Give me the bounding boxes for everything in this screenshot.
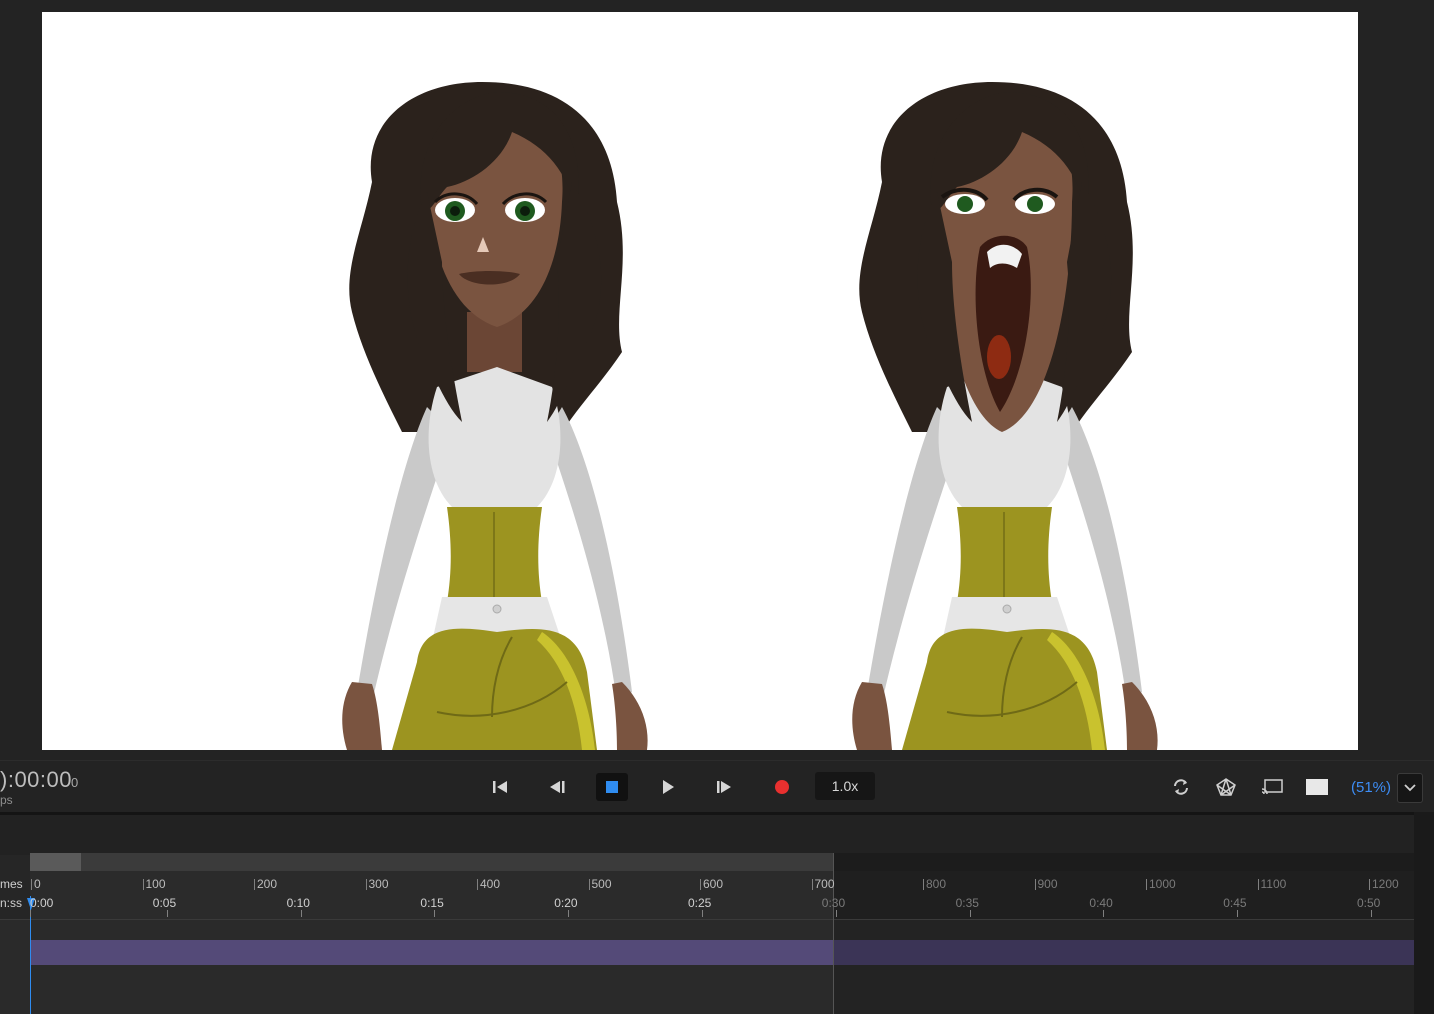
frame-tick-mark <box>1257 879 1259 890</box>
time-ruler-outside <box>833 871 1414 919</box>
fps-label: ps <box>0 793 13 807</box>
scene-track-bar-outside <box>833 940 1414 965</box>
timecode-display[interactable]: ):00:00 <box>0 767 72 793</box>
frame-tick-label: 1100 <box>1260 877 1287 891</box>
timeline-scrollbar[interactable] <box>1414 812 1434 1014</box>
frame-tick-label: 600 <box>703 877 724 891</box>
time-tick-label: 0:20 <box>554 896 578 910</box>
frame-tick-mark <box>1034 879 1036 890</box>
frame-tick-label: 300 <box>368 877 389 891</box>
frame-tick-label: 400 <box>480 877 501 891</box>
record-button[interactable] <box>766 773 798 801</box>
step-back-icon <box>550 781 565 793</box>
time-tick-mark <box>166 910 168 917</box>
time-tick-label: 0:40 <box>1089 896 1113 910</box>
time-tick-label: 0:15 <box>420 896 444 910</box>
frame-tick-label: 900 <box>1037 877 1058 891</box>
playback-speed[interactable]: 1.0x <box>815 772 875 800</box>
frame-tick-mark <box>142 879 144 890</box>
time-tick-label: 0:25 <box>688 896 712 910</box>
puppet-mesh-icon <box>1216 778 1236 796</box>
refresh-button[interactable] <box>1166 773 1196 801</box>
scene-track-bar[interactable] <box>30 940 833 965</box>
character-neutral[interactable] <box>342 82 648 750</box>
step-forward-icon <box>717 781 731 793</box>
time-tick-label: 0:05 <box>152 896 177 910</box>
track-separator <box>0 919 1414 920</box>
frame-number: 0 <box>71 775 79 790</box>
frame-tick-label: 500 <box>591 877 612 891</box>
time-row-label: n:ss <box>0 896 23 910</box>
play-icon <box>663 780 674 794</box>
refresh-icon <box>1174 779 1188 795</box>
frame-tick-mark <box>923 879 924 890</box>
time-tick-mark <box>30 910 31 917</box>
frame-tick-mark <box>31 879 32 890</box>
timeline-header <box>0 812 1434 855</box>
cast-icon <box>1261 779 1283 795</box>
work-area-outside <box>833 853 1414 871</box>
frame-tick-label: 700 <box>814 877 835 891</box>
frame-tick-mark <box>811 879 813 890</box>
time-tick-mark <box>300 910 302 917</box>
timeline-panel: mes n:ss 0 100 200 300 400 500 600 700 800 900 100… <box>0 812 1434 1014</box>
scene-canvas[interactable] <box>42 12 1358 750</box>
time-tick-label: 0:30 <box>821 896 846 910</box>
background-color-button[interactable] <box>1302 773 1332 801</box>
play-button[interactable] <box>652 773 684 801</box>
track-area-outside <box>833 920 1414 1014</box>
time-tick-mark <box>1103 910 1105 917</box>
work-area-bar[interactable] <box>30 853 833 871</box>
frame-tick-label: 1000 <box>1149 877 1176 891</box>
frame-tick-label: 1200 <box>1372 877 1399 891</box>
stop-button[interactable] <box>596 773 628 801</box>
frame-tick-mark <box>254 879 255 890</box>
zoom-level[interactable]: (51%) <box>1346 773 1396 801</box>
stop-icon <box>606 781 618 793</box>
frame-tick-mark <box>700 879 701 890</box>
chevron-down-icon <box>1404 784 1416 792</box>
frame-tick-label: 800 <box>926 877 947 891</box>
zoom-dropdown[interactable] <box>1397 773 1423 803</box>
step-forward-button[interactable] <box>708 773 740 801</box>
frame-tick-mark <box>1369 879 1370 890</box>
time-tick-mark <box>969 910 971 917</box>
time-tick-label: 0:45 <box>1223 896 1247 910</box>
step-back-button[interactable] <box>541 773 573 801</box>
work-area-handle[interactable] <box>30 853 81 871</box>
frames-row-label: mes <box>0 877 23 891</box>
scene-artwork <box>342 82 1158 750</box>
cast-button[interactable] <box>1257 773 1287 801</box>
frame-tick-label: 0 <box>34 877 41 891</box>
frame-tick-mark <box>477 879 478 890</box>
transport-bar: ):00:00 0 ps 1.0x (51%) <box>0 760 1434 813</box>
time-tick-mark <box>434 910 436 917</box>
frame-tick-label: 100 <box>145 877 166 891</box>
time-tick-label: 0:10 <box>286 896 310 910</box>
time-tick-mark <box>702 910 703 917</box>
go-to-start-button[interactable] <box>484 773 516 801</box>
time-tick-label: 0:35 <box>955 896 979 910</box>
time-tick-label: 0:50 <box>1357 896 1381 910</box>
frame-tick-mark <box>365 879 367 890</box>
frame-tick-label: 200 <box>257 877 278 891</box>
time-tick-mark <box>1371 910 1372 917</box>
skip-start-icon <box>493 781 507 793</box>
time-tick-label: 0:00 <box>30 896 54 910</box>
time-tick-mark <box>568 910 570 917</box>
time-tick-mark <box>1237 910 1239 917</box>
puppet-mesh-button[interactable] <box>1211 773 1241 801</box>
frame-tick-mark <box>588 879 590 890</box>
stage-area <box>0 0 1434 760</box>
frame-tick-mark <box>1146 879 1147 890</box>
character-mouth-open[interactable] <box>852 82 1158 750</box>
time-tick-mark <box>835 910 837 917</box>
record-icon <box>775 780 789 794</box>
background-swatch-icon <box>1306 779 1328 795</box>
